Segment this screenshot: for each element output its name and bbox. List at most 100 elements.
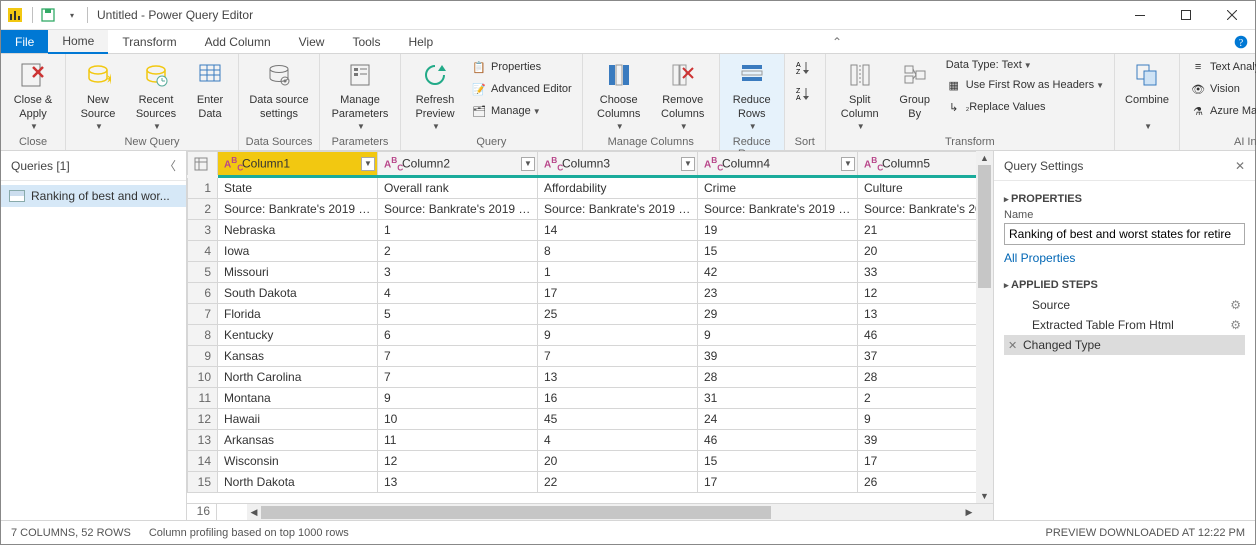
cell[interactable]: Culture [858,177,994,199]
cell[interactable]: Iowa [218,241,378,262]
cell[interactable]: 9 [538,325,698,346]
cell[interactable]: 29 [698,304,858,325]
cell[interactable]: 17 [698,472,858,493]
tab-help[interactable]: Help [394,30,447,53]
cell[interactable]: 3 [378,262,538,283]
cell[interactable]: Arkansas [218,430,378,451]
cell[interactable]: Overall rank [378,177,538,199]
query-item[interactable]: Ranking of best and wor... [1,185,186,207]
azure-ml-button[interactable]: ⚗Azure Machine Learning [1186,101,1256,121]
cell[interactable]: 4 [538,430,698,451]
cell[interactable]: 46 [858,325,994,346]
cell[interactable]: 46 [698,430,858,451]
table-row[interactable]: 10North Carolina7132828 [188,367,994,388]
cell[interactable]: 39 [698,346,858,367]
cell[interactable]: 7 [378,346,538,367]
refresh-preview-button[interactable]: RefreshPreview▼ [407,57,463,134]
tab-add-column[interactable]: Add Column [191,30,285,53]
table-row[interactable]: 14Wisconsin12201517 [188,451,994,472]
close-button[interactable] [1209,1,1255,30]
table-row[interactable]: 2Source: Bankrate's 2019 "Bes...Source: … [188,199,994,220]
cell[interactable]: State [218,177,378,199]
row-number[interactable]: 10 [188,367,218,388]
row-number[interactable]: 3 [188,220,218,241]
collapse-pane-icon[interactable]: 〈 [164,157,176,174]
cell[interactable]: 1 [538,262,698,283]
row-number[interactable]: 6 [188,283,218,304]
reduce-rows-button[interactable]: ReduceRows▼ [726,57,778,134]
cell[interactable]: Source: Bankrate's 2019 "Bes... [698,199,858,220]
cell[interactable]: 9 [858,409,994,430]
tab-view[interactable]: View [285,30,339,53]
cell[interactable]: Source: Bankrate's 2019 "Bes... [218,199,378,220]
scroll-thumb[interactable] [261,506,771,519]
table-row[interactable]: 12Hawaii1045249 [188,409,994,430]
cell[interactable]: 7 [538,346,698,367]
row-number[interactable]: 7 [188,304,218,325]
cell[interactable]: 13 [858,304,994,325]
scroll-down-icon[interactable]: ▼ [976,489,993,503]
data-source-settings-button[interactable]: Data sourcesettings [245,57,313,124]
tab-home[interactable]: Home [48,30,108,54]
filter-icon[interactable]: ▼ [361,157,375,171]
cell[interactable]: South Dakota [218,283,378,304]
grid-corner[interactable] [188,152,218,177]
combine-button[interactable]: Combine▼ [1121,57,1173,134]
close-pane-icon[interactable]: ✕ [1235,159,1245,173]
applied-steps-heading[interactable]: APPLIED STEPS [1004,279,1245,291]
cell[interactable]: 7 [378,367,538,388]
cell[interactable]: 14 [538,220,698,241]
cell[interactable]: Nebraska [218,220,378,241]
cell[interactable]: North Carolina [218,367,378,388]
cell[interactable]: 5 [378,304,538,325]
cell[interactable]: 42 [698,262,858,283]
group-by-button[interactable]: GroupBy [892,57,938,124]
cell[interactable]: 24 [698,409,858,430]
cell[interactable]: Crime [698,177,858,199]
cell[interactable]: 45 [538,409,698,430]
replace-values-button[interactable]: ↳₂ Replace Values [942,97,1108,117]
split-column-button[interactable]: SplitColumn▼ [832,57,888,134]
table-row[interactable]: 1StateOverall rankAffordabilityCrimeCult… [188,177,994,199]
cell[interactable]: Montana [218,388,378,409]
filter-icon[interactable]: ▼ [681,157,695,171]
cell[interactable]: 13 [378,472,538,493]
cell[interactable]: 20 [538,451,698,472]
cell[interactable]: 31 [698,388,858,409]
query-name-input[interactable] [1004,223,1245,245]
new-source-button[interactable]: ✷ NewSource▼ [72,57,124,134]
sort-desc-button[interactable]: ZA [791,83,819,103]
column-header[interactable]: ABCColumn2▼ [378,152,538,177]
cell[interactable]: 9 [698,325,858,346]
table-row[interactable]: 3Nebraska1141921 [188,220,994,241]
cell[interactable]: 33 [858,262,994,283]
table-row[interactable]: 5Missouri314233 [188,262,994,283]
cell[interactable]: 17 [538,283,698,304]
data-type-button[interactable]: Data Type: Text▼ [942,57,1108,73]
row-number[interactable]: 8 [188,325,218,346]
cell[interactable]: 28 [698,367,858,388]
all-properties-link[interactable]: All Properties [1004,251,1075,265]
sort-asc-button[interactable]: AZ [791,57,819,77]
table-row[interactable]: 13Arkansas1144639 [188,430,994,451]
cell[interactable]: 20 [858,241,994,262]
cell[interactable]: 10 [378,409,538,430]
column-header[interactable]: ABCColumn4▼ [698,152,858,177]
cell[interactable]: 12 [858,283,994,304]
table-row[interactable]: 11Montana916312 [188,388,994,409]
cell[interactable]: 8 [538,241,698,262]
table-row[interactable]: 4Iowa281520 [188,241,994,262]
row-number[interactable]: 5 [188,262,218,283]
cell[interactable]: 22 [538,472,698,493]
cell[interactable]: 39 [858,430,994,451]
scroll-up-icon[interactable]: ▲ [976,151,993,165]
enter-data-button[interactable]: EnterData [188,57,232,124]
cell[interactable]: 9 [378,388,538,409]
data-grid[interactable]: ABCColumn1▼ ABCColumn2▼ ABCColumn3▼ ABCC… [187,151,993,493]
help-icon[interactable]: ? [1227,30,1255,53]
row-number[interactable]: 11 [188,388,218,409]
step-item[interactable]: Source⚙ [1004,295,1245,315]
vertical-scrollbar[interactable]: ▲ ▼ [976,151,993,503]
step-item[interactable]: ✕Changed Type [1004,335,1245,355]
cell[interactable]: 19 [698,220,858,241]
